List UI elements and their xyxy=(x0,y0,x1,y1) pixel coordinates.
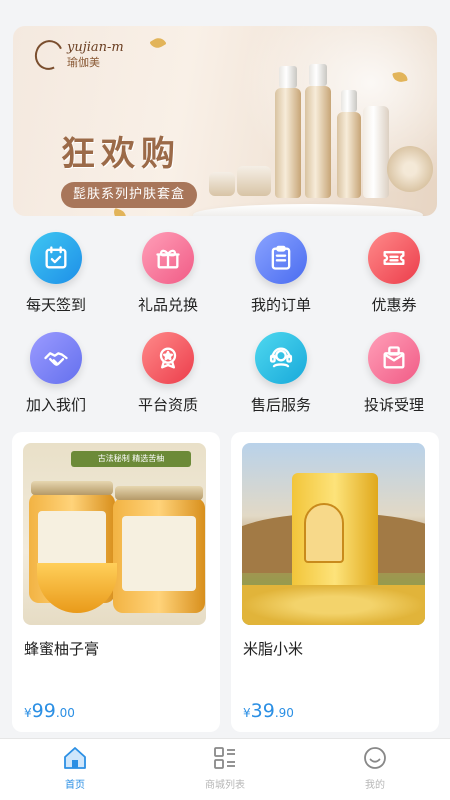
currency-symbol: ¥ xyxy=(24,706,32,720)
currency-symbol: ¥ xyxy=(243,706,251,720)
toner-bottle xyxy=(305,64,331,198)
bottom-tab-bar: 首页 商城列表 我的 xyxy=(0,738,450,800)
menu-label: 每天签到 xyxy=(25,296,86,314)
menu-label: 礼品兑换 xyxy=(137,296,198,314)
calendar-check-icon xyxy=(30,232,82,284)
tab-label: 商城列表 xyxy=(205,780,245,791)
tab-label: 我的 xyxy=(365,780,385,791)
essence-bottle xyxy=(337,90,361,198)
honey-jar xyxy=(113,486,205,613)
menu-label: 售后服务 xyxy=(250,396,311,414)
brand-name-cn: 瑜伽美 xyxy=(67,55,100,69)
product-title: 蜂蜜柚子膏 xyxy=(24,640,100,658)
banner-headline: 狂欢购 xyxy=(61,134,181,174)
menu-complaints[interactable]: 投诉受理 xyxy=(338,332,450,422)
promo-banner[interactable]: yujian-m 瑜伽美 狂欢购 髭肤系列护肤套盒 xyxy=(13,26,437,216)
product-price: ¥99.00 xyxy=(24,700,75,722)
leaf-decoration xyxy=(111,207,129,216)
product-image: 古法秘制 精选苦柚 xyxy=(23,443,206,625)
complaint-envelope-icon xyxy=(368,332,420,384)
tab-label: 首页 xyxy=(65,780,85,791)
brand-name-en: yujian-m xyxy=(67,39,124,55)
coupon-icon xyxy=(368,232,420,284)
product-image-caption: 古法秘制 精选苦柚 xyxy=(71,451,191,467)
tab-mine[interactable]: 我的 xyxy=(300,745,450,791)
price-integer: 39 xyxy=(250,700,275,722)
menu-join-us[interactable]: 加入我们 xyxy=(0,332,112,422)
grid-list-icon xyxy=(214,747,235,769)
price-integer: 99 xyxy=(31,700,56,722)
menu-label: 平台资质 xyxy=(137,396,198,414)
product-title: 米脂小米 xyxy=(243,640,304,658)
flower-decoration xyxy=(387,146,433,192)
price-decimal: .90 xyxy=(274,706,294,720)
gift-icon xyxy=(142,232,194,284)
cream-jar-small xyxy=(209,172,235,196)
home-icon xyxy=(64,747,86,769)
menu-coupons[interactable]: 优惠券 xyxy=(338,232,450,322)
product-card[interactable]: 米脂小米 ¥39.90 xyxy=(231,432,439,732)
price-decimal: .00 xyxy=(55,706,75,720)
headset-agent-icon xyxy=(255,332,307,384)
cream-jar xyxy=(237,166,271,196)
menu-after-sales[interactable]: 售后服务 xyxy=(225,332,337,422)
serum-bottle xyxy=(275,66,301,198)
menu-daily-checkin[interactable]: 每天签到 xyxy=(0,232,112,322)
menu-my-orders[interactable]: 我的订单 xyxy=(225,232,337,322)
product-card[interactable]: 古法秘制 精选苦柚 蜂蜜柚子膏 ¥99.00 xyxy=(12,432,220,732)
menu-label: 加入我们 xyxy=(25,396,86,414)
smiley-user-icon xyxy=(364,747,386,769)
leaf-decoration xyxy=(149,35,167,51)
banner-tagline: 髭肤系列护肤套盒 xyxy=(61,182,198,208)
handshake-icon xyxy=(30,332,82,384)
product-image xyxy=(242,443,425,625)
brand-logo: yujian-m 瑜伽美 xyxy=(30,36,124,74)
menu-label: 投诉受理 xyxy=(363,396,424,414)
menu-label: 我的订单 xyxy=(250,296,311,314)
logo-mark-icon xyxy=(30,36,68,74)
product-price: ¥39.90 xyxy=(243,700,294,722)
menu-platform-qualification[interactable]: 平台资质 xyxy=(112,332,224,422)
tab-home[interactable]: 首页 xyxy=(0,745,150,791)
menu-gift-exchange[interactable]: 礼品兑换 xyxy=(112,232,224,322)
millet-grain xyxy=(242,585,425,625)
menu-label: 优惠券 xyxy=(371,296,417,314)
millet-bag xyxy=(292,473,378,603)
tab-mall-list[interactable]: 商城列表 xyxy=(150,745,300,791)
product-box xyxy=(363,106,389,198)
clipboard-list-icon xyxy=(255,232,307,284)
award-badge-icon xyxy=(142,332,194,384)
